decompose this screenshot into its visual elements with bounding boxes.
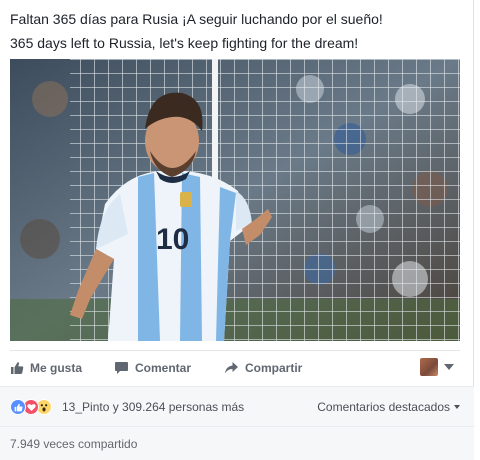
jersey-number: 10 (156, 223, 189, 256)
football-player-photo: 10 (10, 59, 460, 341)
caret-down-icon (454, 405, 460, 409)
thumbs-up-icon (11, 362, 24, 374)
reaction-audience-selector[interactable] (420, 358, 454, 376)
post-actions-bar: Me gusta Comentar Compartir (10, 350, 460, 384)
post-text-line-english: 365 days left to Russia, let's keep figh… (10, 35, 359, 51)
post-text-line-spanish: Faltan 365 días para Rusia ¡A seguir luc… (10, 11, 383, 27)
post-photo[interactable]: 10 (10, 59, 460, 341)
featured-comments-label: Comentarios destacados (317, 400, 450, 414)
comment-button[interactable]: Comentar (114, 351, 191, 385)
chevron-down-icon (444, 364, 454, 370)
like-label: Me gusta (30, 361, 83, 375)
reactions-summary-text[interactable]: 13_Pinto y 309.264 personas más (62, 400, 244, 414)
share-label: Compartir (245, 361, 303, 375)
speech-bubble-icon (115, 362, 128, 374)
share-button[interactable]: Compartir (224, 351, 302, 385)
share-arrow-icon (225, 362, 238, 374)
comment-label: Comentar (135, 361, 192, 375)
reactions-summary-row: 13_Pinto y 309.264 personas más Comentar… (0, 386, 474, 426)
user-avatar (420, 358, 438, 376)
shares-row: 7.949 veces compartido (0, 426, 474, 460)
like-reaction-icon (10, 399, 26, 415)
reaction-icons[interactable] (10, 399, 52, 415)
post-text: Faltan 365 días para Rusia ¡A seguir luc… (10, 7, 466, 55)
like-button[interactable]: Me gusta (10, 351, 82, 385)
post-card: Faltan 365 días para Rusia ¡A seguir luc… (0, 0, 474, 460)
shares-count-link[interactable]: 7.949 veces compartido (10, 437, 137, 451)
featured-comments-dropdown[interactable]: Comentarios destacados (317, 400, 460, 414)
